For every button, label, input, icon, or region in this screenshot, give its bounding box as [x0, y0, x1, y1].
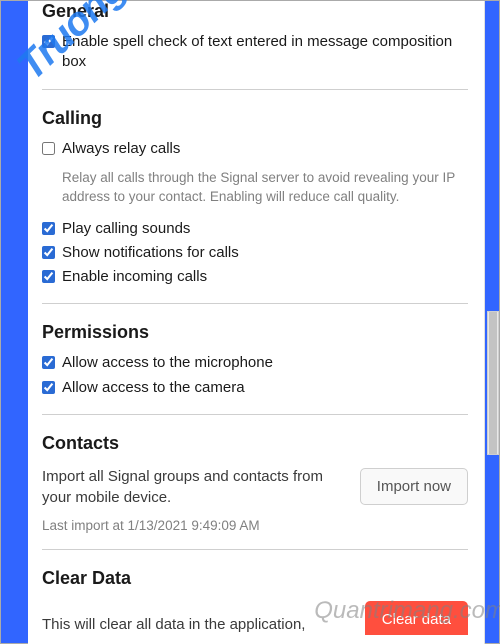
- relay-label[interactable]: Always relay calls: [62, 139, 180, 159]
- contacts-import-row: Import all Signal groups and contacts fr…: [42, 466, 468, 508]
- section-title-clear-data: Clear Data: [42, 568, 468, 589]
- clear-data-description: This will clear all data in the applicat…: [42, 614, 353, 635]
- clear-data-row: This will clear all data in the applicat…: [42, 601, 468, 635]
- divider: [42, 549, 468, 550]
- divider: [42, 303, 468, 304]
- divider: [42, 89, 468, 90]
- incoming-label[interactable]: Enable incoming calls: [62, 267, 207, 287]
- relay-checkbox[interactable]: [42, 142, 55, 155]
- clear-data-button[interactable]: Clear data: [365, 601, 468, 635]
- notify-checkbox[interactable]: [42, 246, 55, 259]
- mic-checkbox[interactable]: [42, 356, 55, 369]
- mic-row: Allow access to the microphone: [42, 353, 468, 373]
- cam-checkbox[interactable]: [42, 381, 55, 394]
- spellcheck-label[interactable]: Enable spell check of text entered in me…: [62, 32, 468, 73]
- divider: [42, 414, 468, 415]
- last-import-timestamp: Last import at 1/13/2021 9:49:09 AM: [42, 518, 468, 533]
- spellcheck-checkbox[interactable]: [42, 35, 55, 48]
- section-title-calling: Calling: [42, 108, 468, 129]
- section-title-permissions: Permissions: [42, 322, 468, 343]
- mic-label[interactable]: Allow access to the microphone: [62, 353, 273, 373]
- section-title-general: General: [42, 1, 468, 22]
- settings-content: General Enable spell check of text enter…: [28, 1, 484, 635]
- notify-label[interactable]: Show notifications for calls: [62, 243, 239, 263]
- settings-panel: General Enable spell check of text enter…: [28, 1, 485, 644]
- cam-label[interactable]: Allow access to the camera: [62, 378, 245, 398]
- sounds-checkbox[interactable]: [42, 222, 55, 235]
- sounds-row: Play calling sounds: [42, 219, 468, 239]
- scrollbar-thumb[interactable]: [489, 312, 497, 454]
- app-background: General Enable spell check of text enter…: [0, 0, 500, 644]
- notify-row: Show notifications for calls: [42, 243, 468, 263]
- contacts-description: Import all Signal groups and contacts fr…: [42, 466, 348, 508]
- cam-row: Allow access to the camera: [42, 378, 468, 398]
- section-title-contacts: Contacts: [42, 433, 468, 454]
- scrollbar-track[interactable]: [487, 311, 499, 455]
- incoming-checkbox[interactable]: [42, 270, 55, 283]
- import-now-button[interactable]: Import now: [360, 468, 468, 505]
- sounds-label[interactable]: Play calling sounds: [62, 219, 190, 239]
- relay-row: Always relay calls: [42, 139, 468, 159]
- incoming-row: Enable incoming calls: [42, 267, 468, 287]
- spellcheck-row: Enable spell check of text entered in me…: [42, 32, 468, 73]
- relay-description: Relay all calls through the Signal serve…: [62, 169, 468, 207]
